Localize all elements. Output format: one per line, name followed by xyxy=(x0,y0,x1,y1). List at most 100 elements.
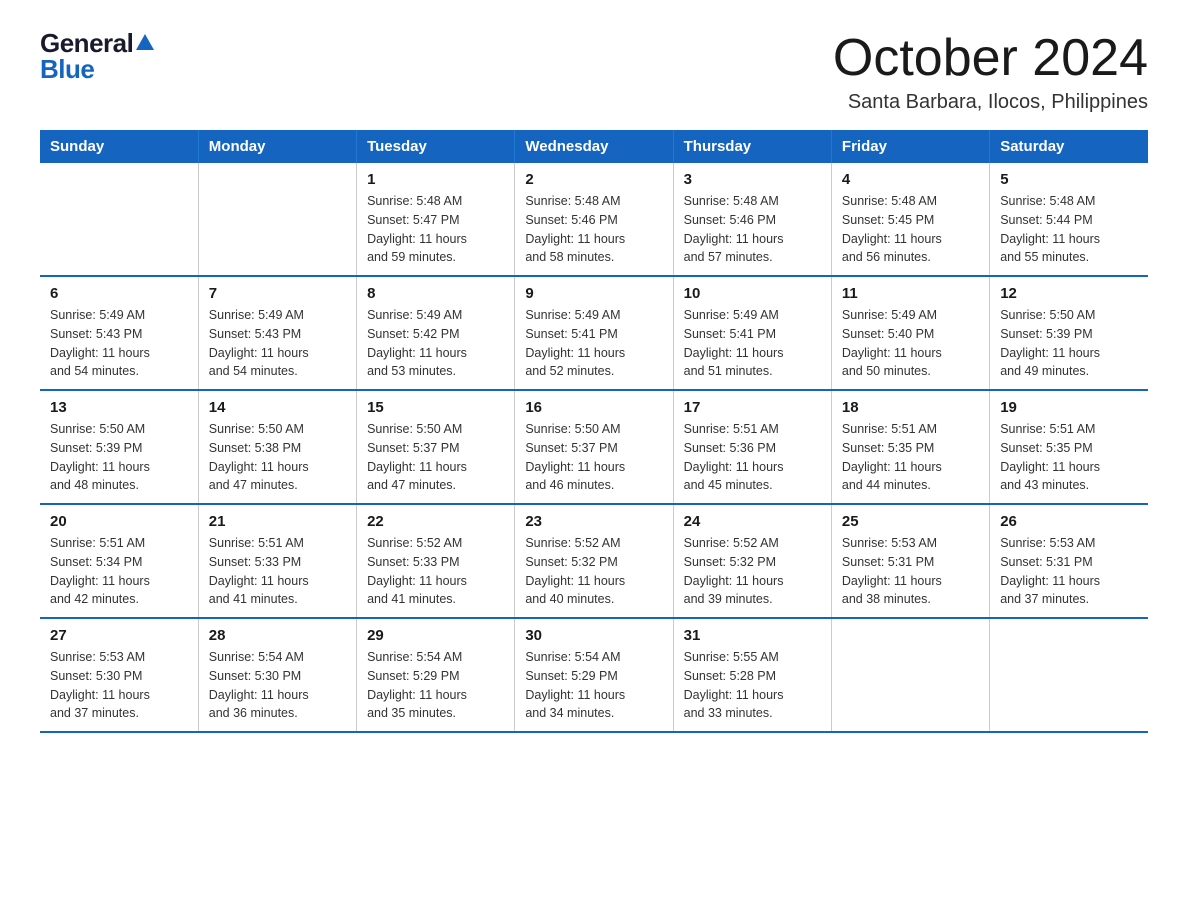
day-number: 10 xyxy=(684,285,821,302)
day-info: Sunrise: 5:54 AM Sunset: 5:29 PM Dayligh… xyxy=(525,648,662,723)
day-info: Sunrise: 5:51 AM Sunset: 5:35 PM Dayligh… xyxy=(1000,420,1138,495)
day-info: Sunrise: 5:51 AM Sunset: 5:35 PM Dayligh… xyxy=(842,420,979,495)
day-info: Sunrise: 5:51 AM Sunset: 5:33 PM Dayligh… xyxy=(209,534,346,609)
day-number: 21 xyxy=(209,513,346,530)
day-number: 5 xyxy=(1000,171,1138,188)
day-number: 15 xyxy=(367,399,504,416)
day-info: Sunrise: 5:50 AM Sunset: 5:37 PM Dayligh… xyxy=(367,420,504,495)
calendar-cell: 26 Sunrise: 5:53 AM Sunset: 5:31 PM Dayli… xyxy=(990,504,1148,618)
calendar-cell: 11 Sunrise: 5:49 AM Sunset: 5:40 PM Dayli… xyxy=(831,276,989,390)
day-number: 1 xyxy=(367,171,504,188)
day-info: Sunrise: 5:49 AM Sunset: 5:40 PM Dayligh… xyxy=(842,306,979,381)
day-number: 13 xyxy=(50,399,188,416)
day-number: 29 xyxy=(367,627,504,644)
calendar-cell: 8Sunrise: 5:49 AM Sunset: 5:42 PM Daylig… xyxy=(357,276,515,390)
logo-triangle-icon xyxy=(136,34,154,50)
calendar-header-wednesday: Wednesday xyxy=(515,130,673,163)
calendar-cell: 19 Sunrise: 5:51 AM Sunset: 5:35 PM Dayli… xyxy=(990,390,1148,504)
day-info: Sunrise: 5:49 AM Sunset: 5:42 PM Dayligh… xyxy=(367,306,504,381)
calendar-cell xyxy=(831,618,989,732)
title-block: October 2024 Santa Barbara, Ilocos, Phil… xyxy=(833,30,1148,114)
day-number: 28 xyxy=(209,627,346,644)
calendar-cell: 27 Sunrise: 5:53 AM Sunset: 5:30 PM Dayli… xyxy=(40,618,198,732)
calendar-cell: 28 Sunrise: 5:54 AM Sunset: 5:30 PM Dayli… xyxy=(198,618,356,732)
calendar-week-row: 13 Sunrise: 5:50 AM Sunset: 5:39 PM Dayli… xyxy=(40,390,1148,504)
day-number: 27 xyxy=(50,627,188,644)
calendar-week-row: 27 Sunrise: 5:53 AM Sunset: 5:30 PM Dayli… xyxy=(40,618,1148,732)
calendar-header-row: SundayMondayTuesdayWednesdayThursdayFrid… xyxy=(40,130,1148,163)
day-info: Sunrise: 5:53 AM Sunset: 5:30 PM Dayligh… xyxy=(50,648,188,723)
calendar-cell: 12 Sunrise: 5:50 AM Sunset: 5:39 PM Dayli… xyxy=(990,276,1148,390)
day-number: 12 xyxy=(1000,285,1138,302)
day-number: 22 xyxy=(367,513,504,530)
day-info: Sunrise: 5:51 AM Sunset: 5:36 PM Dayligh… xyxy=(684,420,821,495)
calendar-header-saturday: Saturday xyxy=(990,130,1148,163)
calendar-cell xyxy=(40,163,198,276)
calendar-cell: 15 Sunrise: 5:50 AM Sunset: 5:37 PM Dayli… xyxy=(357,390,515,504)
day-number: 18 xyxy=(842,399,979,416)
calendar-cell: 5Sunrise: 5:48 AM Sunset: 5:44 PM Daylig… xyxy=(990,163,1148,276)
day-info: Sunrise: 5:49 AM Sunset: 5:41 PM Dayligh… xyxy=(684,306,821,381)
calendar-header-tuesday: Tuesday xyxy=(357,130,515,163)
calendar-cell: 21 Sunrise: 5:51 AM Sunset: 5:33 PM Dayli… xyxy=(198,504,356,618)
calendar-header-monday: Monday xyxy=(198,130,356,163)
calendar-cell: 2Sunrise: 5:48 AM Sunset: 5:46 PM Daylig… xyxy=(515,163,673,276)
day-info: Sunrise: 5:50 AM Sunset: 5:37 PM Dayligh… xyxy=(525,420,662,495)
logo: General Blue xyxy=(40,30,154,82)
day-info: Sunrise: 5:50 AM Sunset: 5:39 PM Dayligh… xyxy=(50,420,188,495)
calendar-cell: 7 Sunrise: 5:49 AM Sunset: 5:43 PM Daylig… xyxy=(198,276,356,390)
day-number: 26 xyxy=(1000,513,1138,530)
day-info: Sunrise: 5:54 AM Sunset: 5:30 PM Dayligh… xyxy=(209,648,346,723)
day-number: 6 xyxy=(50,285,188,302)
day-info: Sunrise: 5:50 AM Sunset: 5:39 PM Dayligh… xyxy=(1000,306,1138,381)
day-number: 14 xyxy=(209,399,346,416)
calendar-cell: 25 Sunrise: 5:53 AM Sunset: 5:31 PM Dayli… xyxy=(831,504,989,618)
page-header: General Blue October 2024 Santa Barbara,… xyxy=(40,30,1148,114)
calendar-cell: 16 Sunrise: 5:50 AM Sunset: 5:37 PM Dayli… xyxy=(515,390,673,504)
day-info: Sunrise: 5:53 AM Sunset: 5:31 PM Dayligh… xyxy=(842,534,979,609)
calendar-week-row: 20 Sunrise: 5:51 AM Sunset: 5:34 PM Dayli… xyxy=(40,504,1148,618)
day-number: 24 xyxy=(684,513,821,530)
calendar-cell: 1 Sunrise: 5:48 AM Sunset: 5:47 PM Daylig… xyxy=(357,163,515,276)
day-number: 2 xyxy=(525,171,662,188)
day-number: 16 xyxy=(525,399,662,416)
day-info: Sunrise: 5:48 AM Sunset: 5:45 PM Dayligh… xyxy=(842,192,979,267)
calendar-week-row: 6 Sunrise: 5:49 AM Sunset: 5:43 PM Daylig… xyxy=(40,276,1148,390)
calendar-cell: 29 Sunrise: 5:54 AM Sunset: 5:29 PM Dayli… xyxy=(357,618,515,732)
logo-general-text: General xyxy=(40,30,133,56)
day-number: 9 xyxy=(525,285,662,302)
calendar-cell xyxy=(198,163,356,276)
calendar-cell: 17 Sunrise: 5:51 AM Sunset: 5:36 PM Dayli… xyxy=(673,390,831,504)
day-info: Sunrise: 5:53 AM Sunset: 5:31 PM Dayligh… xyxy=(1000,534,1138,609)
calendar-table: SundayMondayTuesdayWednesdayThursdayFrid… xyxy=(40,130,1148,733)
calendar-cell: 20 Sunrise: 5:51 AM Sunset: 5:34 PM Dayli… xyxy=(40,504,198,618)
calendar-header-thursday: Thursday xyxy=(673,130,831,163)
calendar-cell xyxy=(990,618,1148,732)
calendar-cell: 6Sunrise: 5:49 AM Sunset: 5:43 PM Daylig… xyxy=(40,276,198,390)
calendar-cell: 18 Sunrise: 5:51 AM Sunset: 5:35 PM Dayli… xyxy=(831,390,989,504)
day-number: 7 xyxy=(209,285,346,302)
day-info: Sunrise: 5:54 AM Sunset: 5:29 PM Dayligh… xyxy=(367,648,504,723)
day-info: Sunrise: 5:49 AM Sunset: 5:43 PM Dayligh… xyxy=(209,306,346,381)
calendar-cell: 22 Sunrise: 5:52 AM Sunset: 5:33 PM Dayli… xyxy=(357,504,515,618)
calendar-cell: 9Sunrise: 5:49 AM Sunset: 5:41 PM Daylig… xyxy=(515,276,673,390)
calendar-cell: 13 Sunrise: 5:50 AM Sunset: 5:39 PM Dayli… xyxy=(40,390,198,504)
day-number: 11 xyxy=(842,285,979,302)
day-info: Sunrise: 5:51 AM Sunset: 5:34 PM Dayligh… xyxy=(50,534,188,609)
calendar-week-row: 1 Sunrise: 5:48 AM Sunset: 5:47 PM Daylig… xyxy=(40,163,1148,276)
day-number: 20 xyxy=(50,513,188,530)
day-info: Sunrise: 5:52 AM Sunset: 5:33 PM Dayligh… xyxy=(367,534,504,609)
calendar-cell: 31Sunrise: 5:55 AM Sunset: 5:28 PM Dayli… xyxy=(673,618,831,732)
day-number: 25 xyxy=(842,513,979,530)
day-number: 3 xyxy=(684,171,821,188)
day-number: 19 xyxy=(1000,399,1138,416)
calendar-cell: 24Sunrise: 5:52 AM Sunset: 5:32 PM Dayli… xyxy=(673,504,831,618)
calendar-cell: 3Sunrise: 5:48 AM Sunset: 5:46 PM Daylig… xyxy=(673,163,831,276)
day-info: Sunrise: 5:50 AM Sunset: 5:38 PM Dayligh… xyxy=(209,420,346,495)
location-subtitle: Santa Barbara, Ilocos, Philippines xyxy=(833,91,1148,114)
calendar-header-friday: Friday xyxy=(831,130,989,163)
day-info: Sunrise: 5:52 AM Sunset: 5:32 PM Dayligh… xyxy=(525,534,662,609)
day-number: 17 xyxy=(684,399,821,416)
calendar-cell: 10 Sunrise: 5:49 AM Sunset: 5:41 PM Dayli… xyxy=(673,276,831,390)
day-info: Sunrise: 5:48 AM Sunset: 5:47 PM Dayligh… xyxy=(367,192,504,267)
